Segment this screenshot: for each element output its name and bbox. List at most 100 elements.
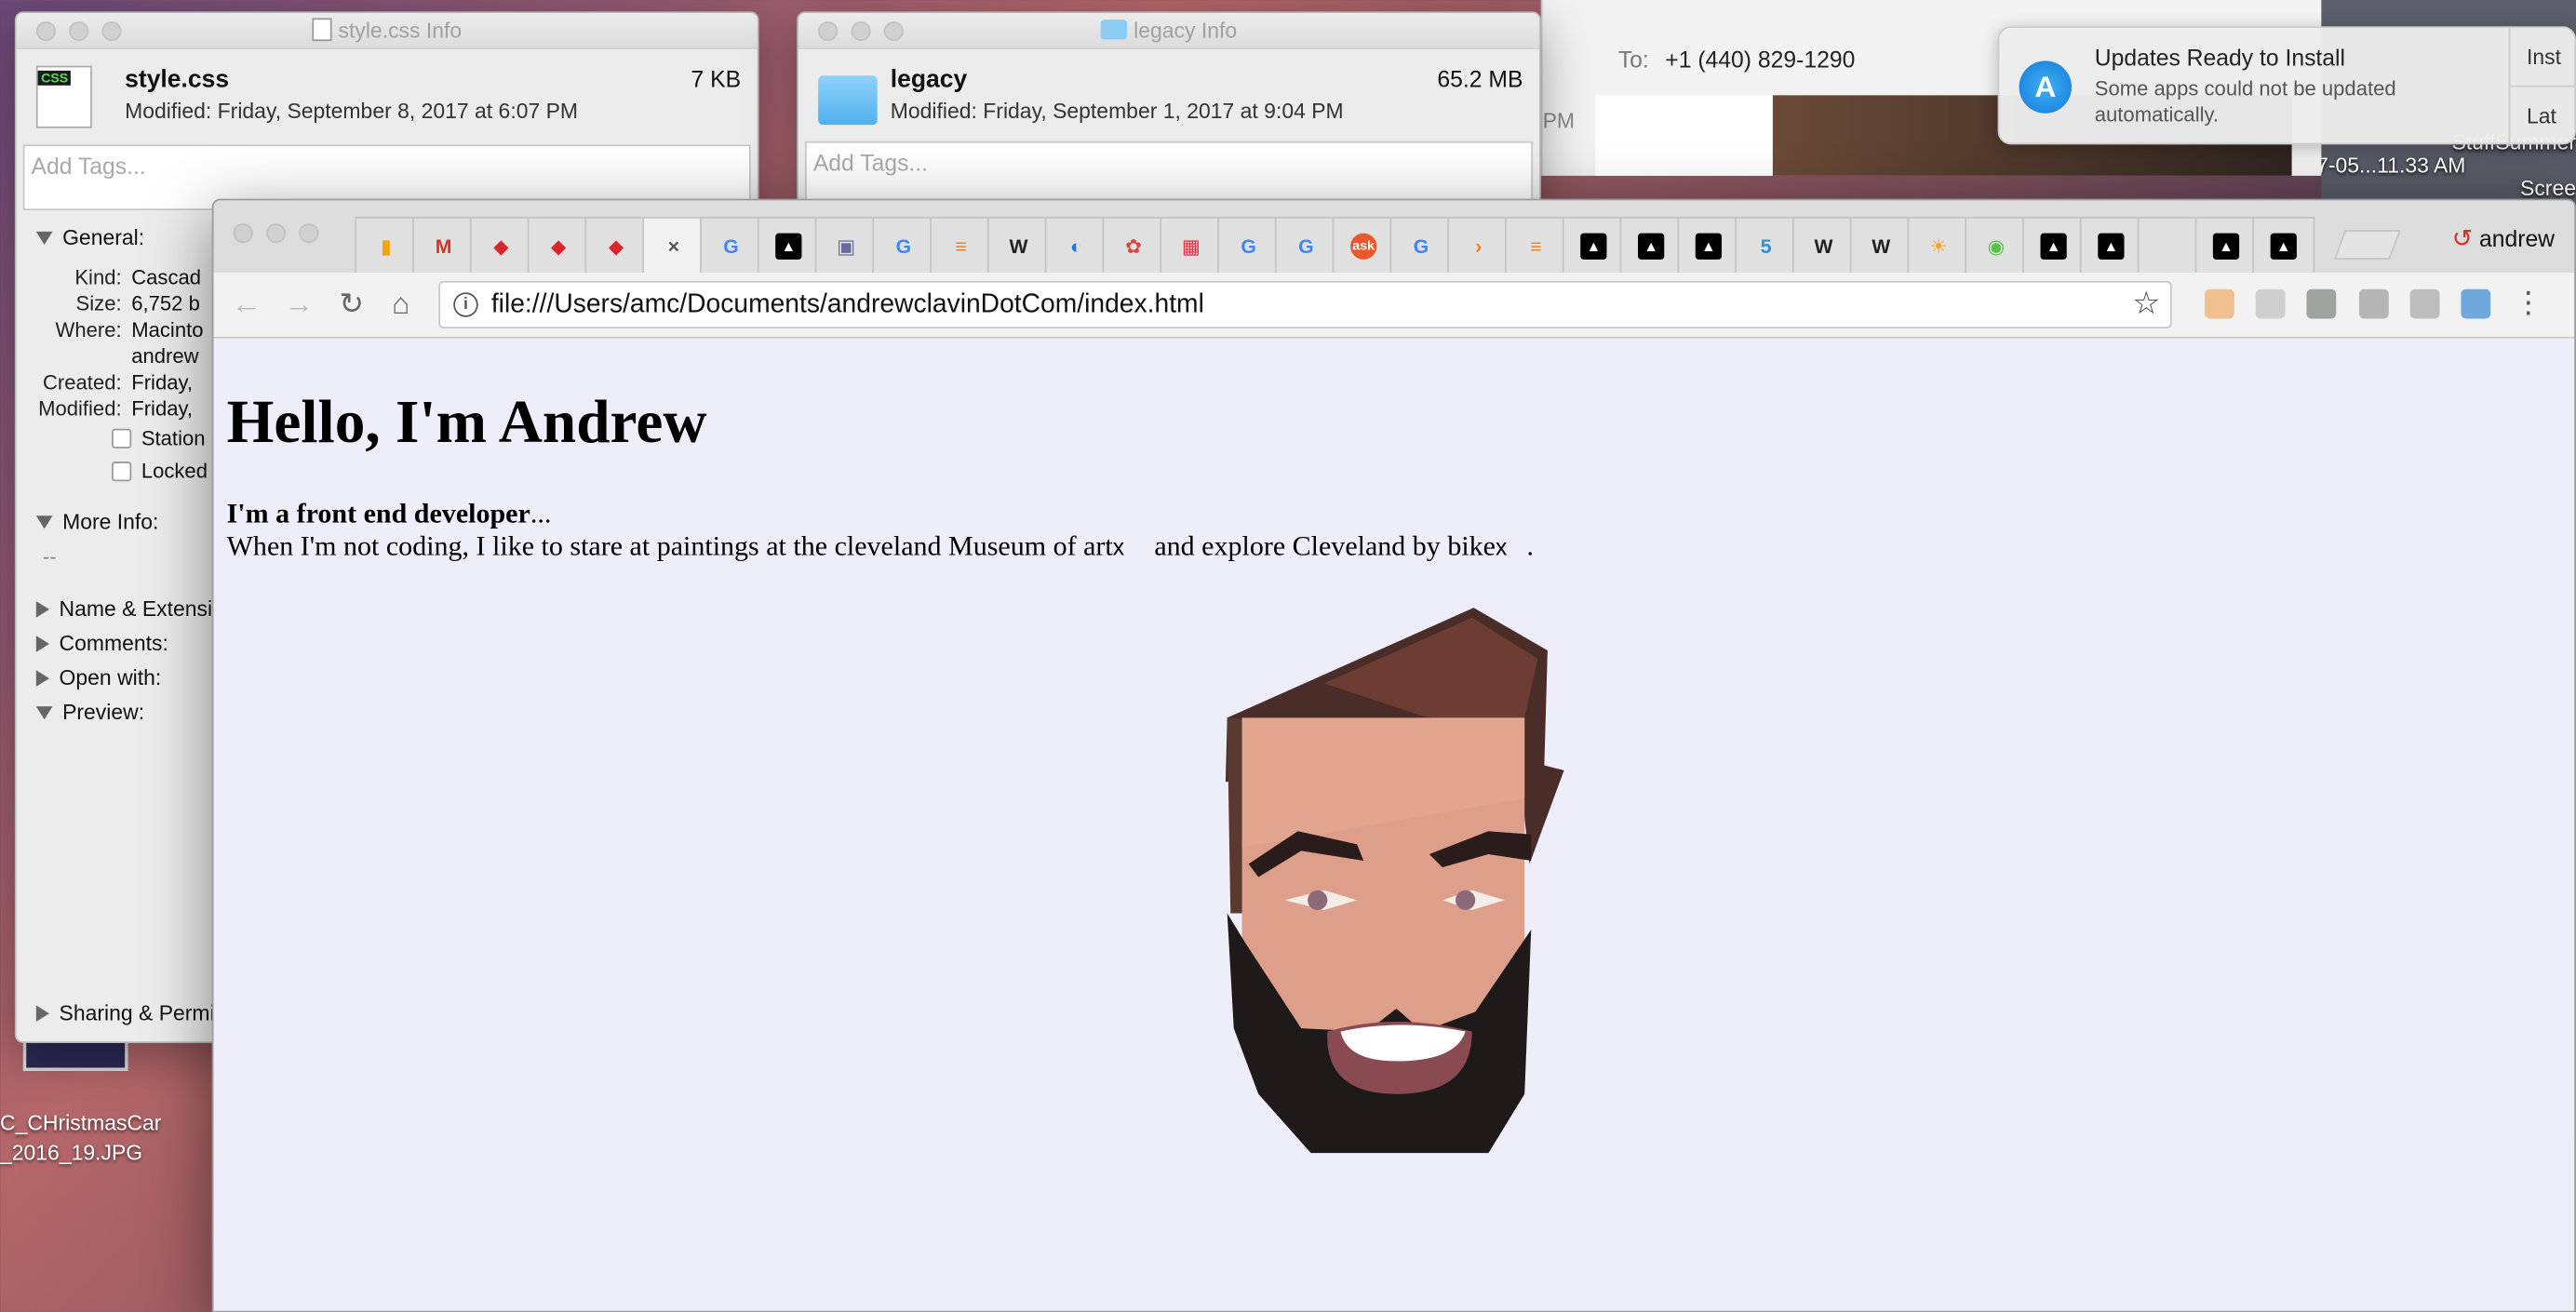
folder-name: legacy xyxy=(890,65,968,94)
home-icon[interactable]: ⌂ xyxy=(382,285,421,324)
broken-image-art[interactable]: x xyxy=(1113,534,1124,560)
extension-icon[interactable] xyxy=(2358,288,2389,319)
browser-tab[interactable]: ◆ xyxy=(584,217,648,274)
evernote-extension-icon[interactable] xyxy=(2306,288,2337,319)
extension-icon[interactable] xyxy=(2205,288,2234,319)
desktop-file-label[interactable]: C_CHristmasCar _2016_19.JPG xyxy=(0,1109,161,1169)
browser-tab[interactable]: G xyxy=(1274,217,1337,274)
forward-arrow-icon[interactable]: → xyxy=(279,285,318,324)
legacy-info-titlebar[interactable]: legacy Info xyxy=(798,13,1540,49)
info-icon[interactable]: i xyxy=(453,292,478,317)
open-with-label: Open with: xyxy=(59,664,162,690)
tab-favicon-icon: ≡ xyxy=(1530,234,1542,258)
tab-close-icon[interactable]: × xyxy=(661,233,687,259)
tab-favicon-icon: ▲ xyxy=(1638,232,1665,260)
browser-tab[interactable]: ▮ xyxy=(355,217,418,274)
style-info-titlebar[interactable]: style.css Info xyxy=(16,13,758,49)
locked-checkbox[interactable] xyxy=(112,462,132,482)
tab-favicon-icon: ≡ xyxy=(955,234,967,258)
tags-field[interactable]: Add Tags... xyxy=(804,141,1534,208)
browser-tab[interactable]: ▲ xyxy=(1619,217,1683,274)
new-tab-button[interactable] xyxy=(2334,230,2401,260)
browser-tab[interactable]: ✿ xyxy=(1102,217,1165,274)
avatar-right-pupil xyxy=(1456,890,1476,910)
browser-tab[interactable]: › xyxy=(1447,217,1510,274)
profile-button[interactable]: ↺ andrew xyxy=(2452,223,2555,253)
browser-tab[interactable]: ≡ xyxy=(1505,217,1568,274)
lead-line: I'm a front end developer... xyxy=(227,498,2561,530)
legacy-info-window: legacy Info legacy Modified: Friday, Sep… xyxy=(797,11,1541,222)
browser-tab[interactable]: ▲ xyxy=(1562,217,1625,274)
browser-tab[interactable]: G xyxy=(700,217,763,274)
update-notification[interactable]: A Updates Ready to Install Some apps cou… xyxy=(1997,26,2576,147)
chrome-window: ▮ M ◆ ◆ ◆ × G ▲ ▣ G ≡ W ◐ ✿ ▦ G Gask G › ≡ ▲ ▲ ▲ 5 W W ☀ ◉ ▲ ▲ ▲ ▲ ↺ an… xyxy=(211,198,2576,1312)
sharing-label: Sharing & Permi xyxy=(59,1000,215,1025)
row-key: Kind: xyxy=(74,265,122,289)
browser-tab[interactable]: ◉ xyxy=(1965,217,2028,274)
back-arrow-icon[interactable]: ← xyxy=(227,285,266,324)
bookmark-star-icon[interactable]: ☆ xyxy=(2132,286,2160,324)
extension-icon[interactable] xyxy=(2461,288,2491,319)
tab-favicon-icon: ✿ xyxy=(1125,234,1142,258)
close-button[interactable] xyxy=(818,20,839,42)
browser-tab[interactable]: G xyxy=(1217,217,1281,274)
close-button[interactable] xyxy=(233,223,253,244)
angular-extension-icon[interactable] xyxy=(2255,288,2286,319)
minimize-button[interactable] xyxy=(69,20,89,42)
browser-tab[interactable]: ◆ xyxy=(527,217,590,274)
reload-icon[interactable]: ↻ xyxy=(332,285,371,324)
file-modified: Modified: Friday, September 8, 2017 at 6… xyxy=(125,98,579,124)
file-name: style.css xyxy=(125,65,230,94)
name-extension-label: Name & Extensio xyxy=(59,596,224,622)
address-bar[interactable]: i file:///Users/amc/Documents/andrewclav… xyxy=(438,280,2172,329)
browser-tab[interactable]: ▲ xyxy=(2079,217,2142,274)
row-value: 6,752 b xyxy=(131,292,200,315)
browser-tab[interactable]: 5 xyxy=(1735,217,1798,274)
menu-dots-icon[interactable]: ⋮ xyxy=(2514,286,2543,320)
browser-tab[interactable]: ◆ xyxy=(469,217,532,274)
browser-tab[interactable]: ≡ xyxy=(930,217,993,274)
browser-tab[interactable]: ▲ xyxy=(757,217,820,274)
minimize-button[interactable] xyxy=(265,223,287,244)
tab-favicon-icon: 5 xyxy=(1760,234,1772,258)
broken-image-bike[interactable]: x xyxy=(1496,534,1507,560)
tab-favicon-icon: ◆ xyxy=(608,234,624,258)
browser-tab[interactable]: ◐ xyxy=(1044,217,1107,274)
zoom-button[interactable] xyxy=(101,20,122,42)
browser-tab[interactable]: W xyxy=(1849,217,1912,274)
extension-icon[interactable] xyxy=(2409,288,2440,319)
avatar-illustration xyxy=(1225,608,1564,1154)
tab-favicon-icon: G xyxy=(895,234,912,258)
browser-tab[interactable]: ▲ xyxy=(2194,217,2258,274)
tab-favicon-icon: ▲ xyxy=(1580,232,1607,260)
minimize-button[interactable] xyxy=(851,20,871,42)
tab-favicon-icon: G xyxy=(1241,234,1256,258)
browser-tab[interactable]: ☀ xyxy=(1907,217,1970,274)
browser-tab[interactable]: G xyxy=(872,217,935,274)
browser-tab[interactable]: W xyxy=(986,217,1051,274)
to-value: +1 (440) 829-1290 xyxy=(1665,46,1856,73)
tab-favicon-icon: ask xyxy=(1350,232,1377,260)
zoom-button[interactable] xyxy=(883,20,904,42)
browser-tab[interactable]: ▲ xyxy=(1677,217,1740,274)
browser-tab[interactable]: ▣ xyxy=(814,217,878,274)
install-button[interactable]: Inst xyxy=(2510,28,2576,87)
locked-label: Locked xyxy=(141,460,208,483)
folder-small-icon xyxy=(1100,20,1128,40)
browser-tab[interactable]: ask xyxy=(1332,217,1395,274)
browser-tab[interactable]: ▦ xyxy=(1160,217,1223,274)
recipient-field[interactable]: To: +1 (440) 829-1290 xyxy=(1618,46,1856,72)
browser-tab[interactable]: ▲ xyxy=(2022,217,2086,274)
stationery-checkbox[interactable] xyxy=(112,428,132,448)
later-button[interactable]: Lat xyxy=(2510,87,2576,147)
browser-tab[interactable] xyxy=(2137,217,2200,274)
browser-tab[interactable]: W xyxy=(1791,217,1856,274)
browser-tab[interactable]: M xyxy=(412,217,476,274)
tab-favicon-icon: ▲ xyxy=(1695,232,1723,260)
close-button[interactable] xyxy=(35,20,57,42)
desktop-right-label-3: 7-05...11.33 AM xyxy=(2316,153,2466,178)
browser-tab[interactable]: G xyxy=(1389,217,1453,274)
zoom-button[interactable] xyxy=(299,223,319,244)
browser-tab[interactable]: ▲ xyxy=(2252,217,2315,274)
tab-active[interactable]: × xyxy=(642,217,705,274)
